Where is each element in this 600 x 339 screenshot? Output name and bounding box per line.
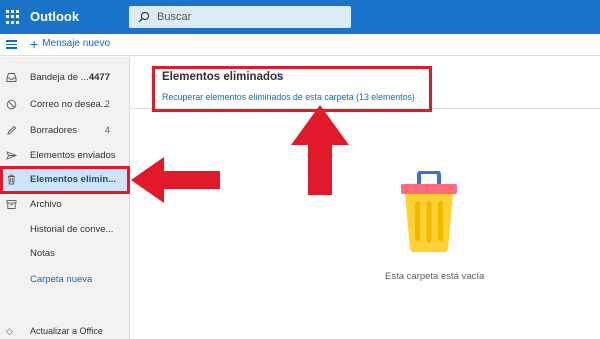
highlight-box-sidebar xyxy=(0,166,130,194)
item-count: 2 xyxy=(104,99,110,110)
pencil-icon xyxy=(7,125,17,135)
empty-trash-illustration xyxy=(401,171,457,252)
sidebar-item-label: Elementos enviados xyxy=(30,150,116,161)
inbox-icon xyxy=(6,73,17,82)
sidebar-item-drafts[interactable]: Borradores 4 xyxy=(0,120,130,142)
sidebar-item-label: Archivo xyxy=(30,199,62,210)
app-launcher-icon[interactable] xyxy=(6,10,20,24)
folder-pane: Bandeja de ... 4477 Correo no desea... 2… xyxy=(0,57,130,339)
search-icon xyxy=(138,11,150,23)
unread-count: 4477 xyxy=(88,72,110,83)
top-bar: Outlook xyxy=(0,0,600,34)
sidebar-item-sent[interactable]: Elementos enviados xyxy=(0,145,130,167)
up-arrow-icon xyxy=(291,105,349,195)
send-icon xyxy=(6,151,17,160)
hamburger-menu-icon[interactable] xyxy=(6,40,17,49)
search-input[interactable] xyxy=(157,6,347,28)
sidebar-item-junk[interactable]: Correo no desea... 2 xyxy=(0,94,130,116)
sidebar-item-conversation-history[interactable]: Historial de conve... xyxy=(0,219,130,241)
command-bar: + Mensaje nuevo xyxy=(0,34,600,56)
plus-icon: + xyxy=(30,35,39,52)
sidebar-item-label: Borradores xyxy=(30,125,77,136)
sidebar-item-label: Notas xyxy=(30,248,55,259)
diamond-icon: ◇ xyxy=(6,326,13,336)
sidebar-item-inbox[interactable]: Bandeja de ... 4477 xyxy=(0,67,130,89)
new-message-button[interactable]: + Mensaje nuevo xyxy=(30,35,111,52)
upgrade-office-label: Actualizar a Office xyxy=(30,326,103,336)
left-arrow-icon xyxy=(131,157,220,203)
empty-folder-message: Esta carpeta está vacía xyxy=(385,271,485,282)
new-message-label: Mensaje nuevo xyxy=(42,38,111,49)
sidebar-item-notes[interactable]: Notas xyxy=(0,243,130,265)
upgrade-office-link[interactable]: ◇ Actualizar a Office xyxy=(0,324,130,339)
sidebar-item-archive[interactable]: Archivo xyxy=(0,194,130,216)
new-folder-link[interactable]: Carpeta nueva xyxy=(0,269,130,291)
sidebar-item-label: Bandeja de ... xyxy=(30,72,89,83)
sidebar-item-label: Correo no desea... xyxy=(30,99,109,110)
junk-icon xyxy=(6,99,17,110)
item-count: 4 xyxy=(104,125,110,136)
new-folder-label: Carpeta nueva xyxy=(30,274,93,285)
app-title[interactable]: Outlook xyxy=(30,9,79,24)
search-box[interactable] xyxy=(129,6,351,28)
archive-icon xyxy=(6,200,17,209)
sidebar-item-label: Historial de conve... xyxy=(30,224,114,235)
